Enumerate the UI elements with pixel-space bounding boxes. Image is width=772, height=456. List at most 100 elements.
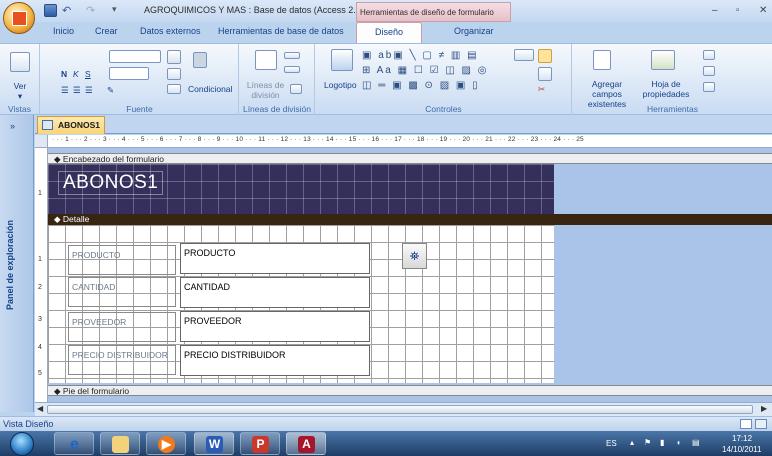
taskbar-app[interactable]: P (240, 432, 280, 455)
producto-label[interactable]: PRODUCTO (68, 245, 176, 275)
producto-textbox[interactable]: PRODUCTO (180, 243, 370, 274)
office-button[interactable] (3, 2, 35, 34)
horizontal-ruler[interactable]: · · · 1 · · · 2 · · · 3 · · · 4 · · · 5 … (48, 135, 772, 148)
logotipo-button[interactable]: Logotipo (324, 80, 357, 90)
powerpoint-icon: P (252, 436, 269, 453)
language-indicator[interactable]: ES (606, 439, 617, 448)
context-tab-title: Herramientas de diseño de formulario (356, 2, 511, 22)
pointer-icon[interactable] (538, 49, 552, 63)
proveedor-label[interactable]: PROVEEDOR (68, 312, 176, 342)
horizontal-scrollbar[interactable]: ◀ ▶ (35, 402, 772, 416)
document-tab[interactable]: ABONOS1 (37, 116, 105, 134)
format-painter-icon[interactable]: ✎ (107, 85, 114, 95)
form-design-surface[interactable]: ◆ Encabezado del formulario ABONOS1 ◆ De… (48, 148, 772, 402)
form-header[interactable]: ABONOS1 (48, 164, 554, 214)
add-fields-icon[interactable] (593, 50, 611, 70)
cantidad-textbox[interactable]: CANTIDAD (180, 277, 370, 308)
scroll-left-icon[interactable]: ◀ (37, 404, 43, 413)
taskbar-app[interactable]: W (194, 432, 234, 455)
nav-pane-label[interactable]: Panel de exploración (5, 50, 15, 310)
line-color-icon[interactable] (290, 84, 302, 94)
control-wizard-icon[interactable] (538, 67, 552, 81)
fill-color-icon[interactable] (167, 68, 181, 80)
property-sheet-button[interactable]: Hoja de propiedades (641, 79, 691, 99)
action-center-icon[interactable]: ⚑ (644, 438, 651, 447)
minimize-button[interactable]: – (712, 5, 718, 16)
detail-section-bar[interactable]: ◆ Detalle (48, 214, 772, 225)
printer-icon[interactable]: ▤ (692, 438, 700, 447)
form-detail[interactable]: PRODUCTO PRODUCTO CANTIDAD CANTIDAD PROV… (48, 225, 554, 383)
align-buttons[interactable]: ☰ ☰ ☰ (61, 85, 94, 95)
font-color-icon[interactable] (167, 50, 181, 64)
italic-button[interactable]: K (73, 69, 79, 79)
scroll-thumb[interactable] (47, 405, 753, 414)
footer-section-bar[interactable]: ◆ Pie del formulario (48, 385, 772, 396)
design-view-icon[interactable] (755, 419, 767, 429)
save-icon[interactable] (44, 4, 57, 17)
document-tab-bar: ABONOS1 (35, 115, 772, 134)
tab-organizar[interactable]: Organizar (454, 26, 494, 36)
office-logo-icon (12, 11, 27, 26)
tab-diseno[interactable]: Diseño (356, 22, 422, 43)
border-icon[interactable] (167, 84, 181, 94)
network-icon[interactable]: ▮ (660, 438, 664, 447)
show-hidden-icons-icon[interactable]: ▴ (630, 438, 634, 447)
status-text: Vista Diseño (3, 419, 54, 429)
group-fuente: N K S ☰ ☰ ☰ ✎ Condicional Fuente (41, 44, 239, 115)
select-tool-icon[interactable] (514, 49, 534, 61)
form-selector[interactable] (35, 135, 48, 148)
logo-icon[interactable] (331, 49, 353, 71)
precio-distribuidor-textbox[interactable]: PRECIO DISTRIBUIDOR (180, 345, 370, 376)
taskbar: e ▶ W P A ES ▴ ⚑ ▮ ◖ ▤ 17:12 14/10/2011 (0, 431, 772, 456)
scroll-right-icon[interactable]: ▶ (761, 404, 767, 413)
proveedor-textbox[interactable]: PROVEEDOR (180, 311, 370, 342)
taskbar-app[interactable]: ▶ (146, 432, 186, 455)
font-name-select[interactable] (109, 50, 161, 63)
precio-distribuidor-label[interactable]: PRECIO DISTRIBUIDOR (68, 345, 176, 375)
activex-icon[interactable]: ✂ (538, 84, 545, 94)
form-view-icon[interactable] (740, 419, 752, 429)
property-sheet-icon[interactable] (651, 50, 675, 70)
start-button[interactable] (10, 432, 34, 456)
font-size-select[interactable] (109, 67, 149, 80)
line-width-icon[interactable] (284, 52, 300, 59)
line-style-icon[interactable] (284, 66, 300, 73)
form-title-label[interactable]: ABONOS1 (58, 171, 164, 195)
taskbar-app[interactable]: e (54, 432, 94, 455)
volume-icon[interactable]: ◖ (676, 438, 681, 447)
tab-inicio[interactable]: Inicio (53, 26, 74, 36)
redo-icon[interactable]: ↷ (86, 4, 99, 17)
gridlines-icon[interactable] (255, 50, 277, 70)
group-label: Controles (425, 104, 462, 114)
close-button[interactable]: ✕ (759, 5, 767, 16)
gridlines-button[interactable]: Líneas de división (243, 80, 288, 100)
tab-datos-externos[interactable]: Datos externos (140, 26, 201, 36)
code-icon[interactable] (703, 82, 715, 92)
subform-icon[interactable] (703, 66, 715, 76)
conditional-button[interactable]: Condicional (188, 84, 232, 94)
controls-gallery[interactable]: ▣ ab▣ ╲ ▢ ≠ ▥ ▤ ⊞ Aa ▦ ☐ ☑ ◫ ▨ ◎ ◫ ═ ▣ ▩ ⊙… (362, 48, 489, 93)
ruler-mark: 1 (38, 190, 42, 197)
clock-date[interactable]: 14/10/2011 (722, 445, 761, 454)
bold-button[interactable]: N (61, 69, 67, 79)
restore-button[interactable]: ▫ (736, 5, 740, 16)
detail-section-label: Detalle (62, 214, 90, 224)
taskbar-app[interactable]: A (286, 432, 326, 455)
title-bar: ↶ ↷ ▾ AGROQUIMICOS Y MAS : Base de datos… (0, 0, 772, 22)
tab-crear[interactable]: Crear (95, 26, 118, 36)
vertical-ruler[interactable]: 1 1 2 3 4 5 (35, 148, 48, 402)
header-section-bar[interactable]: ◆ Encabezado del formulario (48, 153, 772, 164)
quick-access-menu-icon[interactable]: ▾ (112, 4, 125, 17)
tab-order-icon[interactable] (703, 50, 715, 60)
clock-time[interactable]: 17:12 (732, 434, 752, 443)
find-binoculars-button[interactable]: ⛯ (402, 243, 427, 269)
taskbar-app[interactable] (100, 432, 140, 455)
window-title: AGROQUIMICOS Y MAS : Base de datos (Acce… (144, 5, 371, 15)
conditional-icon[interactable] (193, 52, 207, 68)
system-tray: ES ▴ ⚑ ▮ ◖ ▤ 17:12 14/10/2011 (600, 431, 772, 456)
cantidad-label[interactable]: CANTIDAD (68, 277, 176, 307)
underline-button[interactable]: S (85, 69, 91, 79)
undo-icon[interactable]: ↶ (62, 4, 75, 17)
tab-herramientas-bd[interactable]: Herramientas de base de datos (218, 26, 344, 36)
status-bar: Vista Diseño (0, 416, 772, 431)
